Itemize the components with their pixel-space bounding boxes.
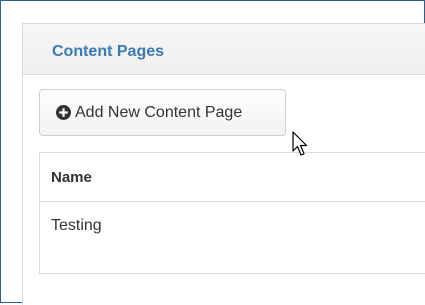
window-frame: Content Pages Add New Content Page Name … — [0, 0, 425, 305]
panel-title: Content Pages — [52, 43, 165, 60]
content-pages-table: Name Testing — [39, 152, 425, 274]
mouse-cursor-icon — [292, 131, 308, 156]
column-header-name[interactable]: Name — [51, 169, 92, 186]
panel-header: Content Pages — [23, 24, 425, 75]
table-header-row: Name — [40, 153, 425, 202]
add-content-page-label: Add New Content Page — [75, 103, 243, 121]
content-pages-panel: Content Pages Add New Content Page Name … — [22, 23, 425, 305]
table-row[interactable]: Testing — [40, 202, 425, 273]
table-cell-name[interactable]: Testing — [51, 217, 102, 235]
add-content-page-button[interactable]: Add New Content Page — [39, 89, 286, 136]
plus-circle-icon — [56, 105, 71, 120]
